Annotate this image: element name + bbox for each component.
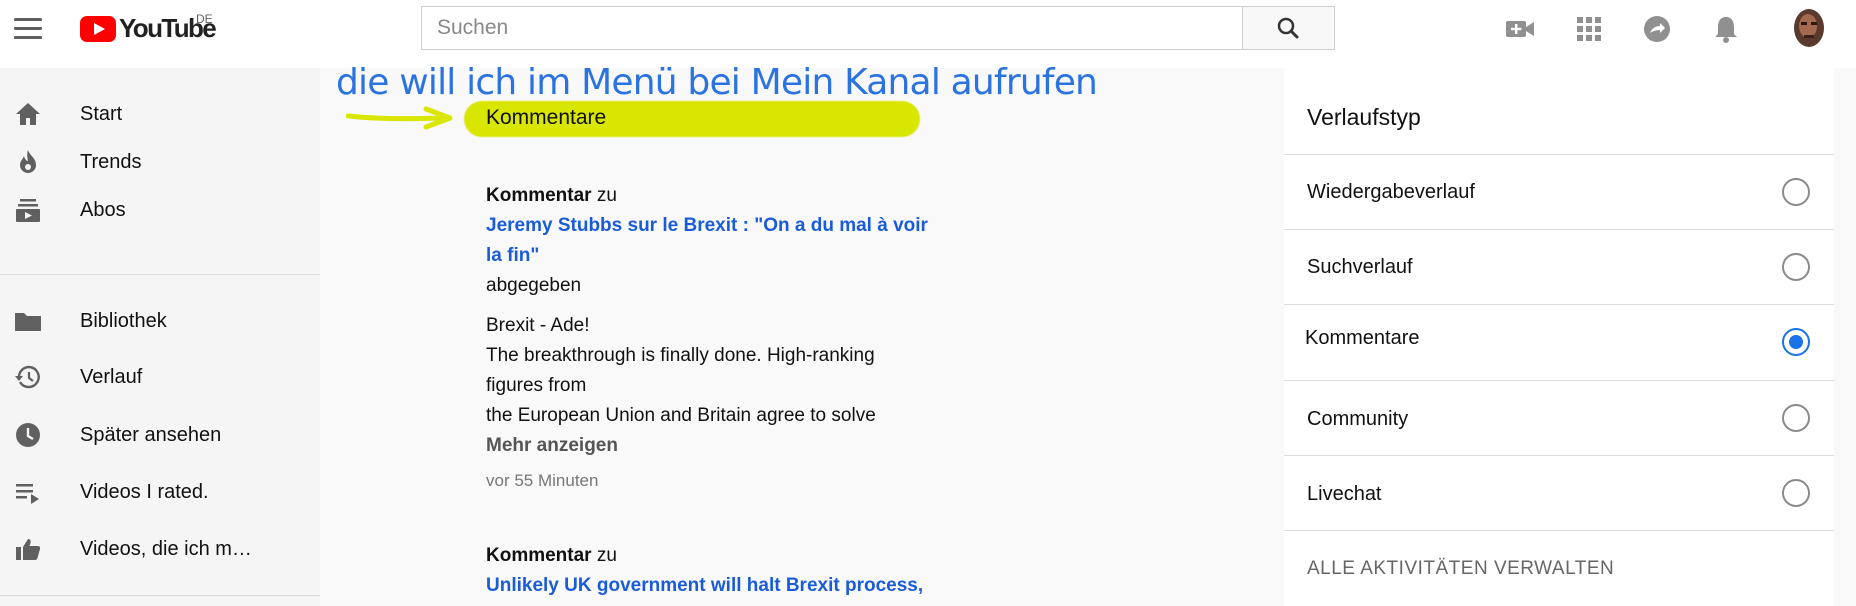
create-video-icon[interactable]	[1504, 13, 1536, 45]
radio-button[interactable]	[1782, 404, 1810, 432]
sidebar-item-spaeter-ansehen[interactable]: Später ansehen	[0, 411, 320, 459]
main-content	[320, 68, 1244, 606]
comment-body: The breakthrough is finally done. High-r…	[486, 345, 875, 366]
search-input[interactable]	[422, 7, 1242, 49]
sidebar-item-videos-rated[interactable]: Videos I rated.	[0, 468, 320, 516]
history-option-label: Livechat	[1307, 483, 1382, 505]
folder-icon	[15, 313, 41, 331]
history-option-label: Community	[1307, 408, 1409, 430]
youtube-logo[interactable]: YouTube	[80, 13, 217, 44]
comment-header: Kommentar zu	[486, 185, 617, 207]
comment-time: vor 55 Minuten	[486, 471, 599, 490]
sidebar-item-label: Verlauf	[80, 366, 143, 388]
comment-suffix: abgegeben	[486, 275, 582, 296]
radio-button-selected[interactable]	[1782, 328, 1810, 356]
comment-body: figures from	[486, 375, 587, 396]
sidebar-item-verlauf[interactable]: Verlauf	[0, 353, 320, 401]
sidebar-item-label: Bibliothek	[80, 310, 167, 332]
history-option-label: Kommentare	[1305, 327, 1420, 349]
history-option-livechat[interactable]: Livechat	[1284, 456, 1834, 530]
show-more-button[interactable]: Mehr anzeigen	[486, 435, 618, 457]
sidebar-item-abos[interactable]: Abos	[0, 186, 320, 234]
country-code: DE	[196, 12, 213, 26]
annotation-arrow-icon	[346, 106, 453, 130]
notifications-bell-icon[interactable]	[1710, 13, 1742, 45]
flame-icon	[20, 150, 36, 173]
avatar[interactable]	[1788, 6, 1830, 50]
radio-button[interactable]	[1782, 479, 1810, 507]
masthead: YouTube DE	[0, 0, 1856, 68]
history-option-label: Wiedergabeverlauf	[1307, 181, 1475, 203]
search-icon	[1277, 17, 1299, 39]
manage-all-activity-button[interactable]: ALLE AKTIVITÄTEN VERWALTEN	[1307, 558, 1614, 580]
avatar-image-icon	[1788, 6, 1830, 50]
sidebar-item-label: Start	[80, 103, 123, 125]
history-option-search[interactable]: Suchverlauf	[1284, 230, 1834, 304]
annotation-text: die will ich im Menü bei Mein Kanal aufr…	[336, 62, 1098, 103]
sidebar-divider	[0, 595, 320, 596]
play-logo-icon	[80, 15, 116, 42]
clock-icon	[16, 423, 40, 447]
comment-body: the European Union and Britain agree to …	[486, 405, 876, 426]
sidebar-item-label: Videos I rated.	[80, 481, 209, 503]
playlist-icon	[16, 484, 39, 504]
share-message-icon[interactable]	[1641, 13, 1673, 45]
home-icon	[16, 103, 40, 125]
sidebar: Start Trends Abos Bibliothek Verlauf Spä…	[0, 68, 320, 606]
video-title-link[interactable]: la fin"	[486, 245, 539, 267]
sidebar-item-bibliothek[interactable]: Bibliothek	[0, 297, 320, 345]
search-button[interactable]	[1242, 6, 1335, 50]
history-option-watch[interactable]: Wiedergabeverlauf	[1284, 155, 1834, 229]
history-option-community[interactable]: Community	[1284, 381, 1834, 455]
comment-connector: zu	[596, 545, 617, 566]
history-type-title: Verlaufstyp	[1307, 104, 1421, 130]
radio-button[interactable]	[1782, 178, 1810, 206]
comment-body: Brexit - Ade!	[486, 315, 590, 336]
comment-prefix: Kommentar	[486, 545, 592, 566]
subscriptions-icon	[16, 199, 40, 222]
history-icon	[15, 365, 40, 389]
sidebar-item-liked-videos[interactable]: Videos, die ich m…	[0, 525, 320, 573]
thumbs-up-icon	[16, 539, 41, 560]
panel-divider	[1284, 530, 1834, 531]
sidebar-item-label: Videos, die ich m…	[80, 538, 252, 560]
video-title-link[interactable]: Jeremy Stubbs sur le Brexit : "On a du m…	[486, 215, 928, 237]
comment-connector: zu	[596, 185, 617, 206]
sidebar-item-label: Abos	[80, 199, 126, 221]
video-title-link[interactable]: Unlikely UK government will halt Brexit …	[486, 575, 923, 597]
sidebar-item-label: Trends	[80, 151, 142, 173]
history-option-label: Suchverlauf	[1307, 256, 1413, 278]
sidebar-item-start[interactable]: Start	[0, 90, 320, 138]
history-option-comments[interactable]: Kommentare	[1284, 305, 1834, 379]
apps-grid-icon[interactable]	[1573, 13, 1605, 45]
sidebar-divider	[0, 274, 320, 275]
sidebar-item-trends[interactable]: Trends	[0, 138, 320, 186]
radio-button[interactable]	[1782, 253, 1810, 281]
sidebar-item-label: Später ansehen	[80, 424, 222, 446]
comment-prefix: Kommentar	[486, 185, 592, 206]
section-title: Kommentare	[486, 106, 607, 129]
comment-header: Kommentar zu	[486, 545, 617, 567]
menu-icon[interactable]	[14, 18, 42, 40]
search-box	[421, 6, 1243, 50]
